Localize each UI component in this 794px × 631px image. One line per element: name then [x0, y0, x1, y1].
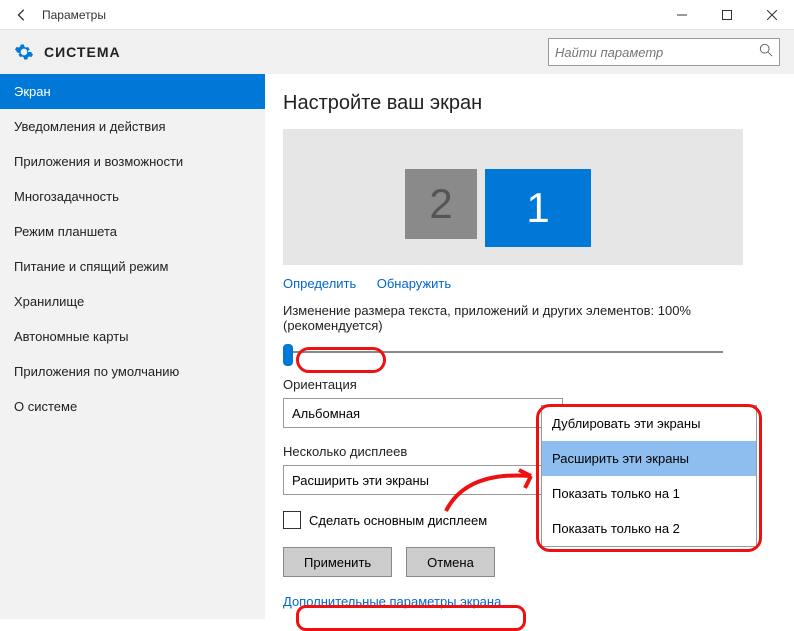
page-title: Настройте ваш экран [283, 92, 794, 115]
section-title: СИСТЕМА [44, 44, 121, 60]
maximize-button[interactable] [704, 0, 749, 30]
checkbox-box[interactable] [283, 511, 301, 529]
orientation-select[interactable]: Альбомная [283, 398, 563, 428]
orientation-value: Альбомная [292, 406, 360, 421]
sidebar-item-tablet[interactable]: Режим планшета [0, 214, 265, 249]
cancel-button[interactable]: Отмена [406, 547, 495, 577]
search-icon [759, 43, 773, 62]
sidebar-item-default-apps[interactable]: Приложения по умолчанию [0, 354, 265, 389]
sidebar-item-multitasking[interactable]: Многозадачность [0, 179, 265, 214]
multi-display-value: Расширить эти экраны [292, 473, 429, 488]
display-2[interactable]: 2 [405, 169, 477, 239]
dropdown-option-only2[interactable]: Показать только на 2 [542, 511, 756, 546]
header: СИСТЕМА [0, 30, 794, 74]
search-box[interactable] [548, 38, 780, 66]
sidebar-item-apps[interactable]: Приложения и возможности [0, 144, 265, 179]
gear-icon [14, 42, 34, 62]
display-1[interactable]: 1 [485, 169, 591, 247]
identify-link[interactable]: Определить [283, 276, 356, 291]
multi-display-select[interactable]: Расширить эти экраны [283, 465, 563, 495]
titlebar: Параметры [0, 0, 794, 30]
scale-label: Изменение размера текста, приложений и д… [283, 303, 794, 333]
multi-display-dropdown[interactable]: Дублировать эти экраны Расширить эти экр… [541, 405, 757, 547]
scale-slider[interactable] [283, 339, 723, 367]
orientation-label: Ориентация [283, 377, 794, 392]
dropdown-option-extend[interactable]: Расширить эти экраны [542, 441, 756, 476]
sidebar-item-screen[interactable]: Экран [0, 74, 265, 109]
sidebar: Экран Уведомления и действия Приложения … [0, 74, 265, 619]
close-button[interactable] [749, 0, 794, 30]
sidebar-item-notifications[interactable]: Уведомления и действия [0, 109, 265, 144]
search-input[interactable] [555, 45, 759, 60]
display-preview[interactable]: 2 1 [283, 129, 743, 265]
sidebar-item-storage[interactable]: Хранилище [0, 284, 265, 319]
detect-link[interactable]: Обнаружить [377, 276, 451, 291]
sidebar-item-maps[interactable]: Автономные карты [0, 319, 265, 354]
dropdown-option-only1[interactable]: Показать только на 1 [542, 476, 756, 511]
sidebar-item-about[interactable]: О системе [0, 389, 265, 424]
slider-thumb[interactable] [283, 344, 293, 366]
window-title: Параметры [42, 8, 106, 22]
sidebar-item-power[interactable]: Питание и спящий режим [0, 249, 265, 284]
advanced-display-link[interactable]: Дополнительные параметры экрана [283, 594, 501, 609]
apply-button[interactable]: Применить [283, 547, 392, 577]
dropdown-option-duplicate[interactable]: Дублировать эти экраны [542, 406, 756, 441]
minimize-button[interactable] [659, 0, 704, 30]
make-primary-label: Сделать основным дисплеем [309, 513, 487, 528]
slider-track [289, 351, 723, 353]
back-button[interactable] [8, 1, 36, 29]
